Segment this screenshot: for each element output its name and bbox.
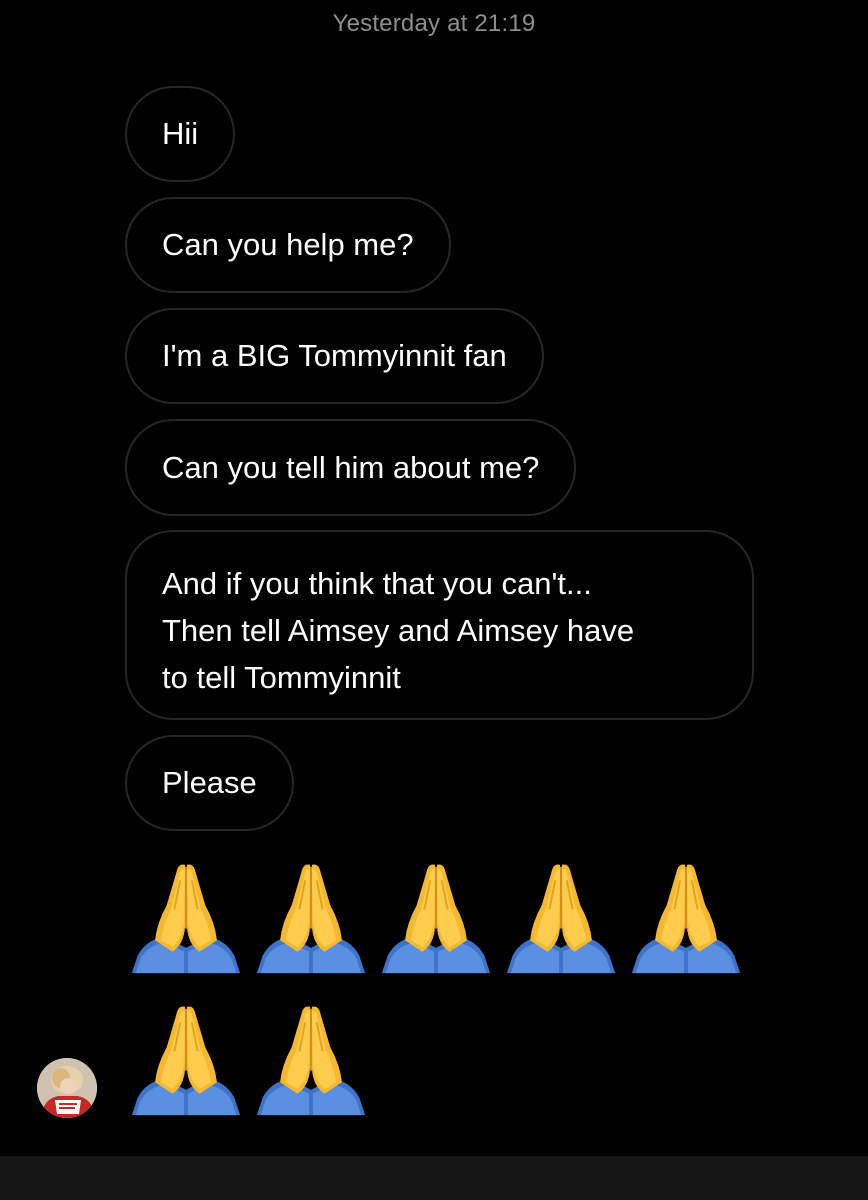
- message-text: I'm a BIG Tommyinnit fan: [162, 338, 507, 373]
- message-text: Can you tell him about me?: [162, 449, 540, 485]
- message-timestamp: Yesterday at 21:19: [332, 10, 536, 37]
- folded-hands-icon: [253, 1000, 369, 1118]
- message-text-line: to tell Tommyinnit: [162, 660, 401, 695]
- user-avatar-icon: [37, 1058, 97, 1118]
- message-composer-bar[interactable]: [0, 1156, 868, 1200]
- message-bubble[interactable]: And if you think that you can't... Then …: [125, 530, 754, 720]
- emoji-message-row[interactable]: [128, 858, 744, 976]
- emoji-message-row[interactable]: [128, 1000, 369, 1118]
- folded-hands-icon: [253, 858, 369, 976]
- message-text: Please: [162, 765, 257, 800]
- message-text-line: And if you think that you can't...: [162, 566, 592, 601]
- message-text-line: Then tell Aimsey and Aimsey have: [162, 613, 635, 648]
- folded-hands-icon: [128, 858, 244, 976]
- message-bubble[interactable]: Can you tell him about me?: [125, 419, 577, 516]
- message-bubble[interactable]: I'm a BIG Tommyinnit fan: [125, 308, 544, 404]
- message-text: Hii: [162, 116, 199, 151]
- message-bubble[interactable]: Please: [125, 735, 294, 831]
- sender-avatar[interactable]: [37, 1058, 97, 1118]
- folded-hands-icon: [128, 1000, 244, 1118]
- message-bubble[interactable]: Can you help me?: [125, 197, 451, 293]
- folded-hands-icon: [503, 858, 619, 976]
- folded-hands-icon: [628, 858, 744, 976]
- message-text: Can you help me?: [162, 227, 414, 262]
- folded-hands-icon: [378, 858, 494, 976]
- message-bubble[interactable]: Hii: [125, 86, 236, 182]
